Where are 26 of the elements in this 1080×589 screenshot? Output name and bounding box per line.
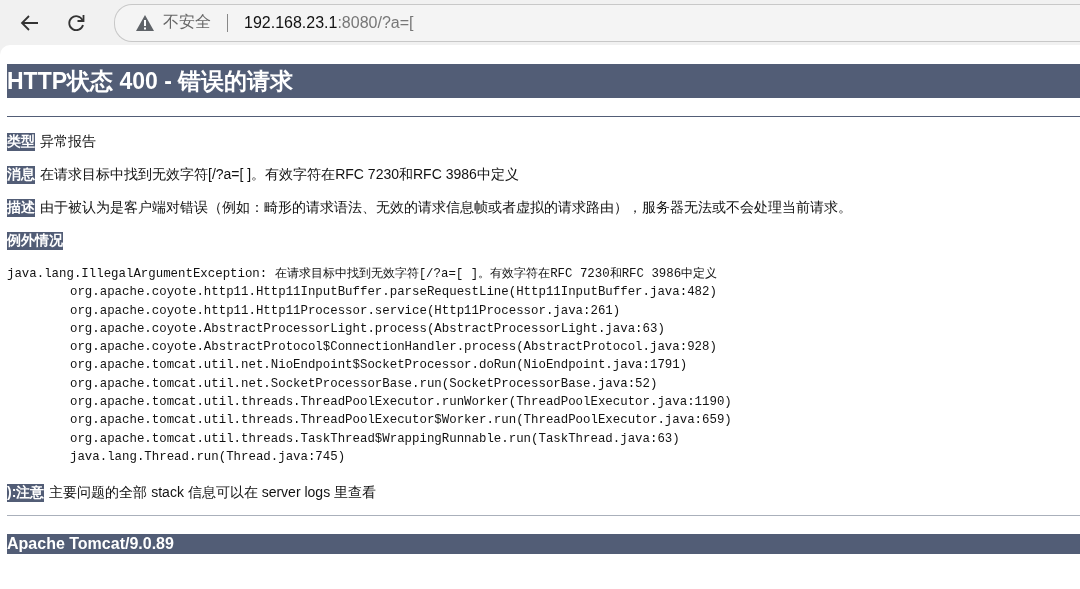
- field-value: 由于被认为是客户端对错误（例如：畸形的请求语法、无效的请求信息帧或者虚拟的请求路由），服务器无法或不会处理当前请求。: [40, 198, 852, 217]
- stack-trace-line: java.lang.IllegalArgumentException: 在请求目标中找到无效字符[/?a=[ ]。有效字符在RFC 7230和RFC 3986中定义: [7, 266, 719, 283]
- stack-trace-line: org.apache.tomcat.util.threads.ThreadPoolExecutor.runWorker(ThreadPoolExecutor.java:1190): [69, 394, 733, 412]
- section-label: 例外情况: [7, 231, 63, 250]
- stack-trace-line: java.lang.Thread.run(Thread.java:745): [69, 448, 347, 466]
- field-label: 类型: [7, 132, 35, 151]
- stack-trace-line: org.apache.tomcat.util.net.NioEndpoint$SocketProcessor.doRun(NioEndpoint.java:1791): [69, 357, 689, 375]
- note-text: 主要问题的全部 stack 信息可以在 server logs 里查看: [49, 483, 377, 502]
- stack-trace-line: org.apache.coyote.AbstractProcessorLight.process(AbstractProcessorLight.java:63): [69, 320, 666, 338]
- page-title: HTTP状态 400 - 错误的请求: [7, 64, 1080, 98]
- security-label: 不安全: [163, 12, 211, 32]
- warning-icon: [135, 13, 155, 32]
- url-text: 192.168.23.1:8080/?a=[: [244, 13, 414, 32]
- field-label: 描述: [7, 198, 35, 217]
- stack-trace-line: org.apache.tomcat.util.net.SocketProcessorBase.run(SocketProcessorBase.java:52): [69, 375, 659, 393]
- field-value: 异常报告: [40, 132, 96, 151]
- address-bar[interactable]: 不安全 192.168.23.1:8080/?a=[: [114, 3, 1080, 42]
- stack-trace-line: org.apache.coyote.AbstractProtocol$ConnectionHandler.process(AbstractProtocol.java:928): [69, 339, 718, 357]
- note-label: ):注意: [7, 483, 45, 502]
- stack-trace-line: org.apache.coyote.http11.Http11Processor.service(Http11Processor.java:261): [69, 302, 622, 320]
- stack-trace-line: org.apache.coyote.http11.Http11InputBuffer.parseRequestLine(Http11InputBuffer.java:482): [69, 284, 718, 302]
- field-value: 在请求目标中找到无效字符[/?a=[ ]。有效字符在RFC 7230和RFC 3986中定义: [40, 165, 519, 184]
- stack-trace-line: org.apache.tomcat.util.threads.ThreadPoolExecutor$Worker.run(ThreadPoolExecutor.java:659): [69, 412, 733, 430]
- field-label: 消息: [7, 165, 35, 184]
- stack-trace-line: org.apache.tomcat.util.threads.TaskThread$WrappingRunnable.run(TaskThread.java:63): [69, 430, 681, 448]
- server-footer: Apache Tomcat/9.0.89: [7, 534, 1080, 555]
